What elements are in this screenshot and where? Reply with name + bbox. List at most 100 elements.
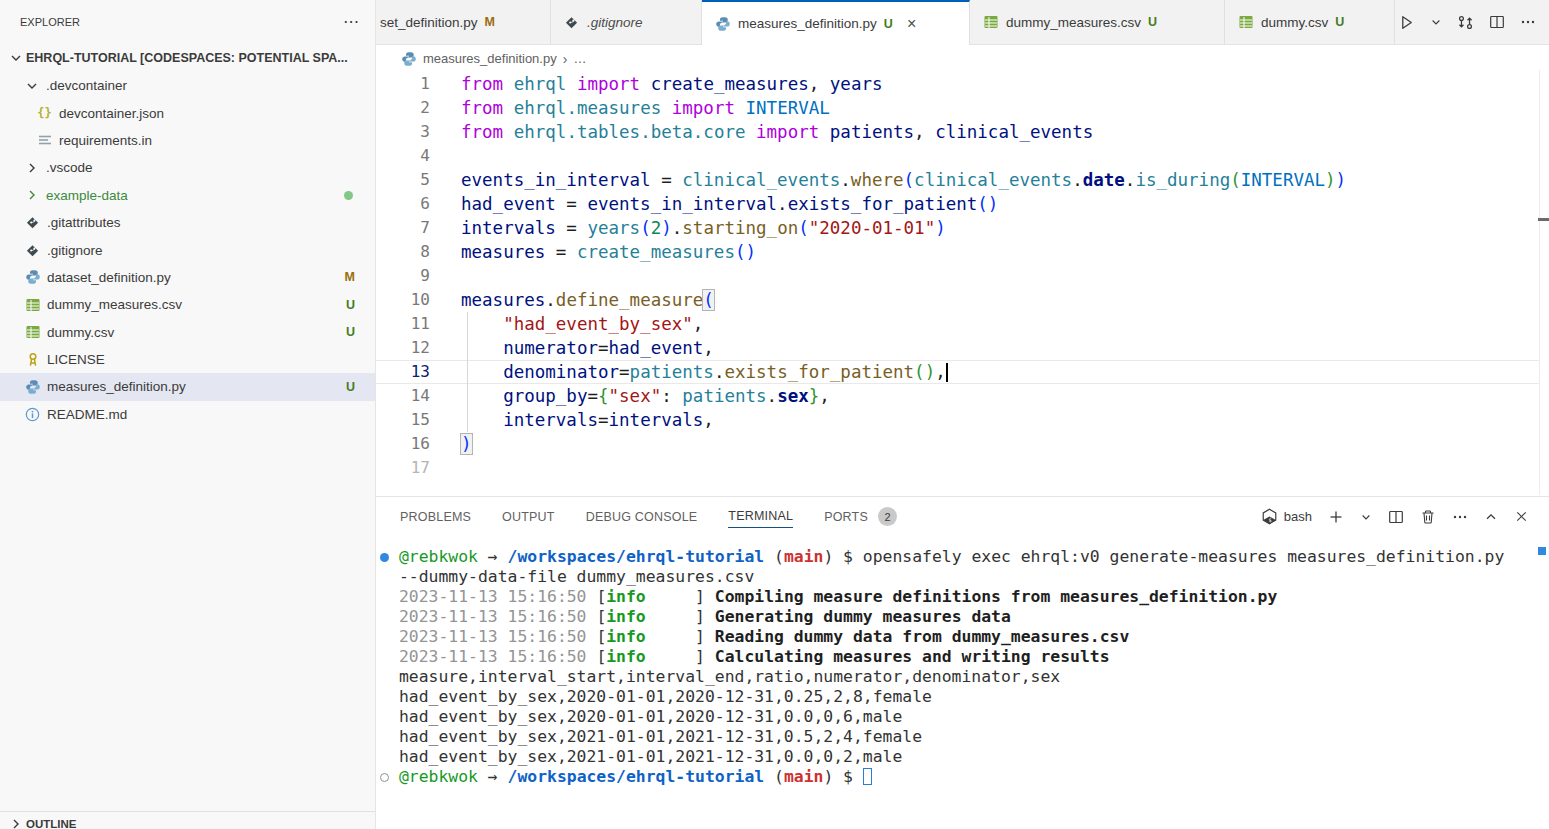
line-number[interactable]: 10	[376, 288, 430, 312]
breadcrumb[interactable]: measures_definition.py › …	[376, 45, 1549, 72]
maximize-panel-button[interactable]	[1484, 510, 1498, 524]
code-line[interactable]: 17	[376, 456, 1549, 480]
breadcrumb-more[interactable]: …	[573, 51, 586, 66]
info-icon	[24, 406, 41, 423]
panel-tab-output[interactable]: OUTPUT	[502, 506, 555, 528]
code-line[interactable]: 14 group_by={"sex": patients.sex},	[376, 384, 1549, 408]
close-panel-button[interactable]	[1514, 509, 1529, 524]
terminal-line: 2023-11-13 15:16:50 [info ] Calculating …	[376, 647, 1549, 667]
code-line[interactable]: 13 denominator=patients.exists_for_patie…	[376, 360, 1549, 384]
code-line[interactable]: 5events_in_interval = clinical_events.wh…	[376, 168, 1549, 192]
code-line[interactable]: 15 intervals=intervals,	[376, 408, 1549, 432]
terminal-line: 2023-11-13 15:16:50 [info ] Compiling me…	[376, 587, 1549, 607]
line-number[interactable]: 7	[376, 216, 430, 240]
overview-ruler-mark	[1538, 218, 1549, 221]
tree-item-dummy-measures.csv[interactable]: dummy_measures.csvU	[0, 291, 375, 318]
tree-item-label: LICENSE	[47, 352, 105, 367]
line-number[interactable]: 16	[376, 432, 430, 456]
line-number[interactable]: 14	[376, 384, 430, 408]
code-text: intervals=intervals,	[461, 410, 714, 430]
line-number[interactable]: 2	[376, 96, 430, 120]
code-line[interactable]: 12 numerator=had_event,	[376, 336, 1549, 360]
new-terminal-button[interactable]	[1328, 509, 1344, 525]
explorer-title: EXPLORER	[20, 16, 80, 28]
tree-item-measures-definition.py[interactable]: measures_definition.pyU	[0, 373, 375, 400]
tree-item-dataset-definition.py[interactable]: dataset_definition.pyM	[0, 264, 375, 291]
tab-.gitignore[interactable]: .gitignore	[551, 0, 702, 45]
code-line[interactable]: 2from ehrql.measures import INTERVAL	[376, 96, 1549, 120]
tree-item-devcontainer.json[interactable]: {}devcontainer.json	[0, 99, 375, 126]
overview-ruler[interactable]	[1539, 70, 1540, 495]
code-line[interactable]: 4	[376, 144, 1549, 168]
code-line[interactable]: 3from ehrql.tables.beta.core import pati…	[376, 120, 1549, 144]
open-changes-button[interactable]	[1457, 14, 1474, 31]
explorer-header: EXPLORER ⋯	[0, 0, 375, 44]
terminal-cursor	[863, 768, 872, 785]
tab-label: dummy_measures.csv	[1006, 15, 1141, 30]
line-number[interactable]: 8	[376, 240, 430, 264]
code-line[interactable]: 9	[376, 264, 1549, 288]
editor-more-icon[interactable]	[1520, 14, 1536, 30]
line-number[interactable]: 5	[376, 168, 430, 192]
tab-dummy.csv[interactable]: dummy.csvU	[1225, 0, 1395, 45]
line-number[interactable]: 11	[376, 312, 430, 336]
terminal[interactable]: @rebkwok → /workspaces/ehrql-tutorial (m…	[376, 547, 1549, 829]
code-line[interactable]: 7intervals = years(2).starting_on("2020-…	[376, 216, 1549, 240]
explorer-more-icon[interactable]: ⋯	[343, 17, 361, 27]
panel-tab-ports[interactable]: PORTS	[824, 506, 868, 528]
workspace-root[interactable]: EHRQL-TUTORIAL [CODESPACES: POTENTIAL SP…	[0, 44, 375, 72]
split-terminal-button[interactable]	[1388, 509, 1404, 525]
panel-tab-problems[interactable]: PROBLEMS	[400, 506, 471, 528]
line-number[interactable]: 15	[376, 408, 430, 432]
tree-item-requirements.in[interactable]: requirements.in	[0, 127, 375, 154]
line-number[interactable]: 3	[376, 120, 430, 144]
close-icon[interactable]: ×	[907, 17, 916, 31]
panel-tab-debug-console[interactable]: DEBUG CONSOLE	[586, 506, 698, 528]
code-line[interactable]: 1from ehrql import create_measures, year…	[376, 72, 1549, 96]
terminal-dropdown-icon[interactable]	[1360, 511, 1372, 523]
tree-item-.gitignore[interactable]: .gitignore	[0, 236, 375, 263]
breadcrumb-file[interactable]: measures_definition.py	[423, 51, 557, 66]
tab-label: measures_definition.py	[738, 16, 877, 31]
code-line[interactable]: 16)	[376, 432, 1549, 456]
line-number[interactable]: 17	[376, 456, 430, 480]
line-number[interactable]: 12	[376, 336, 430, 360]
ports-count-badge: 2	[878, 507, 897, 526]
tree-item-.gitattributes[interactable]: .gitattributes	[0, 209, 375, 236]
tree-item-LICENSE[interactable]: LICENSE	[0, 346, 375, 373]
shell-selector[interactable]: $ bash	[1261, 508, 1312, 525]
tree-item-dummy.csv[interactable]: dummy.csvU	[0, 319, 375, 346]
panel-more-icon[interactable]	[1452, 509, 1468, 525]
line-number[interactable]: 4	[376, 144, 430, 168]
tree-item-.vscode[interactable]: .vscode	[0, 154, 375, 181]
run-dropdown-icon[interactable]	[1430, 16, 1442, 28]
code-line[interactable]: 10measures.define_measure(	[376, 288, 1549, 312]
line-number[interactable]: 9	[376, 264, 430, 288]
tree-item-label: measures_definition.py	[47, 379, 186, 394]
git-modified-dot	[344, 191, 353, 200]
terminal-line: measure,interval_start,interval_end,rati…	[376, 667, 1549, 687]
run-python-button[interactable]	[1398, 14, 1415, 31]
tree-item-README.md[interactable]: README.md	[0, 401, 375, 428]
bash-icon: $	[1261, 508, 1278, 525]
tree-item-.devcontainer[interactable]: .devcontainer	[0, 72, 375, 99]
tab-dummy-measures.csv[interactable]: dummy_measures.csvU	[970, 0, 1225, 45]
tab-measures-definition.py[interactable]: measures_definition.pyU×	[702, 0, 970, 45]
kill-terminal-button[interactable]	[1420, 509, 1436, 525]
code-line[interactable]: 6had_event = events_in_interval.exists_f…	[376, 192, 1549, 216]
line-number[interactable]: 6	[376, 192, 430, 216]
outline-section[interactable]: OUTLINE	[0, 811, 375, 829]
tab-set-definition.py[interactable]: set_definition.pyM	[376, 0, 551, 45]
terminal-line: had_event_by_sex,2021-01-01,2021-12-31,0…	[376, 747, 1549, 767]
tree-item-example-data[interactable]: example-data	[0, 182, 375, 209]
code-editor[interactable]: 1from ehrql import create_measures, year…	[376, 72, 1549, 497]
json-icon: {}	[36, 105, 53, 122]
split-editor-button[interactable]	[1489, 14, 1505, 30]
code-line[interactable]: 8measures = create_measures()	[376, 240, 1549, 264]
line-number[interactable]: 13	[376, 360, 430, 384]
tree-item-label: .gitignore	[47, 243, 103, 258]
line-number[interactable]: 1	[376, 72, 430, 96]
panel-tab-terminal[interactable]: TERMINAL	[728, 505, 793, 528]
code-line[interactable]: 11 "had_event_by_sex",	[376, 312, 1549, 336]
tree-item-label: requirements.in	[59, 133, 152, 148]
